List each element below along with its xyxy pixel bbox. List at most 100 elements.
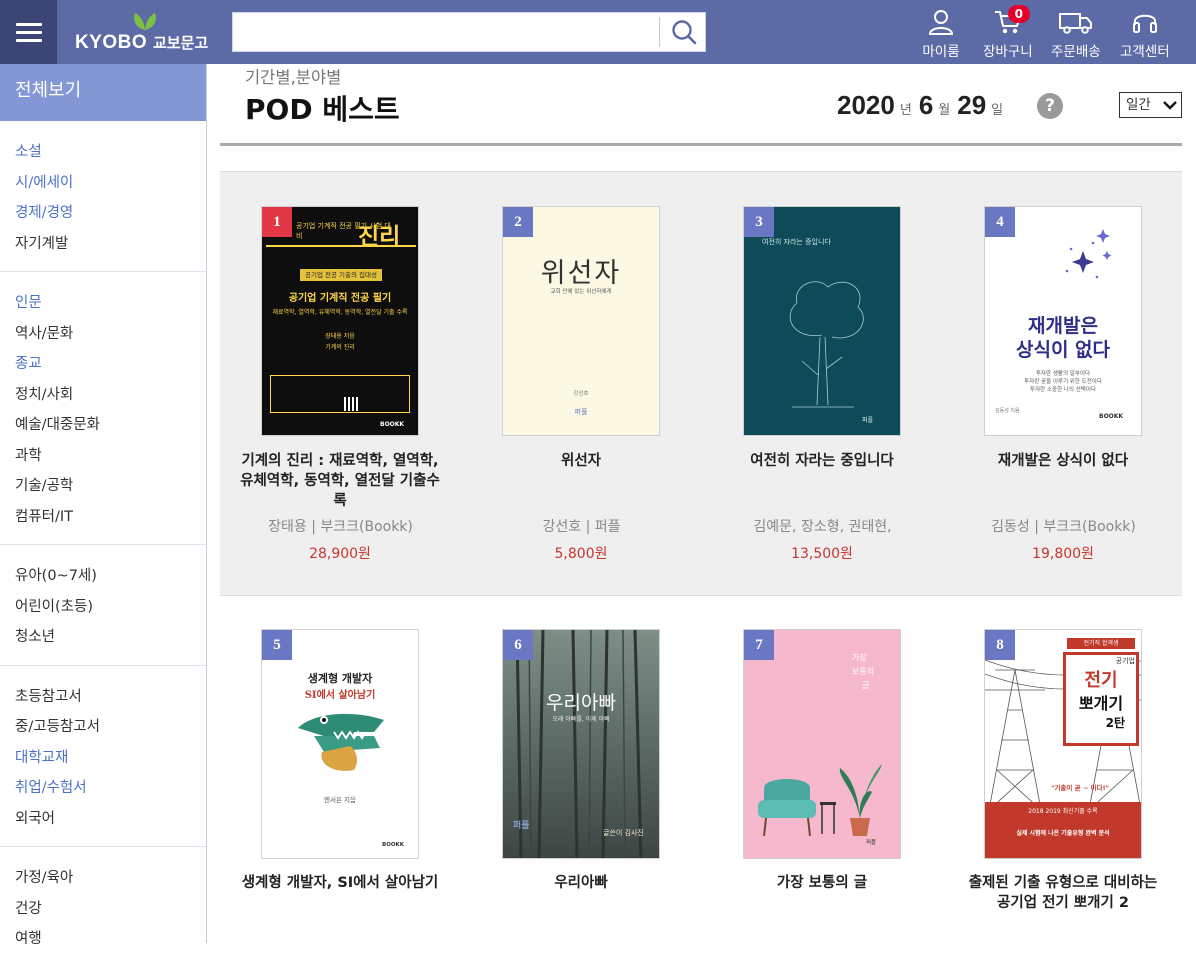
sidebar-category-item[interactable]: 건강 [0, 894, 206, 925]
hamburger-menu-button[interactable] [0, 0, 57, 64]
nav-label: 고객센터 [1120, 44, 1170, 60]
sidebar-category-item[interactable]: 경제/경영 [0, 198, 206, 229]
help-icon[interactable]: ? [1037, 93, 1063, 119]
nav-label: 주문배송 [1051, 44, 1101, 60]
category-group: 초등참고서 중/고등참고서 대학교재 취업/수험서 외국어 [0, 666, 206, 847]
period-selected-value: 일간 [1126, 97, 1151, 113]
sidebar-category-item[interactable]: 초등참고서 [0, 682, 206, 713]
book-cover[interactable]: 2 위선자 교회 안에 있는 위선자에게 강선호 퍼플 [502, 206, 660, 436]
cover-subtitle: 교회 안에 있는 위선자에게 [550, 289, 612, 295]
book-price: 5,800원 [554, 546, 608, 562]
sidebar-category-item[interactable]: 외국어 [0, 804, 206, 835]
sidebar-category-item[interactable]: 여행 [0, 924, 206, 955]
book-author-publisher: 장태용 | 부크크(Bookk) [268, 519, 413, 535]
nav-my-room[interactable]: 마이룸 [921, 8, 961, 60]
sidebar-category-item[interactable]: 소설 [0, 137, 206, 168]
nav-order-delivery[interactable]: 주문배송 [1051, 8, 1101, 60]
cover-publisher: 퍼플 [862, 417, 874, 424]
sidebar-category-item[interactable]: 대학교재 [0, 743, 206, 774]
cover-badge: 공기업 전공 기출의 집대성 [300, 269, 382, 281]
menu-line-icon [15, 30, 42, 34]
cover-author: 장태용 저음 [325, 333, 355, 340]
book-cover[interactable]: 3 여전히 자라는 중입니다 퍼플 [743, 206, 901, 436]
sidebar-category-item[interactable]: 컴퓨터/IT [0, 502, 206, 533]
nav-label: 마이룸 [922, 44, 960, 60]
cover-small-text: 공기업 [1115, 657, 1135, 665]
cover-publisher: 퍼플 [513, 821, 530, 831]
book-cover[interactable]: 7 가장 보통의 글 퍼플 [743, 629, 901, 859]
sidebar-category-item[interactable]: 과학 [0, 441, 206, 472]
armchair-plant-illustration-icon [758, 764, 882, 837]
rank-badge: 3 [744, 207, 774, 237]
sidebar-category-item[interactable]: 시/에세이 [0, 168, 206, 199]
cover-publisher: 퍼플 [574, 408, 588, 416]
sidebar-category-item[interactable]: 취업/수험서 [0, 773, 206, 804]
chevron-down-icon [1163, 101, 1177, 110]
sidebar-category-item[interactable]: 예술/대중문화 [0, 410, 206, 441]
sidebar-category-item[interactable]: 청소년 [0, 622, 206, 653]
book-cover[interactable]: 5 생계형 개발자 SI에서 살아남기 엔서은 지음 BOOKK [261, 629, 419, 859]
sidebar-category-item[interactable]: 유아(0~7세) [0, 561, 206, 592]
book-row-2: 5 생계형 개발자 SI에서 살아남기 엔서은 지음 BOOKK 생계형 개발자… [220, 596, 1182, 943]
category-group: 인문 역사/문화 종교 정치/사회 예술/대중문화 과학 기술/공학 컴퓨터/IT [0, 272, 206, 545]
search-button[interactable] [662, 13, 706, 51]
sidebar-category-item[interactable]: 자기계발 [0, 229, 206, 260]
nav-cart[interactable]: 0 장바구니 [983, 5, 1033, 60]
cover-publisher: BOOKK [380, 421, 405, 428]
cover-sub-2: 투자란 꿈을 이루기 위한 도전이다 [1024, 379, 1102, 385]
date-day-unit: 일 [991, 103, 1004, 118]
qr-code-icon [344, 397, 358, 411]
cover-author-2: 기계의 진리 [325, 344, 355, 351]
book-author-publisher: 김동성 | 부크크(Bookk) [991, 519, 1136, 535]
book-title[interactable]: 생계형 개발자, SI에서 살아남기 [240, 873, 440, 893]
book-title[interactable]: 가장 보통의 글 [722, 873, 922, 893]
rank-badge: 2 [503, 207, 533, 237]
category-sidebar: 전체보기 소설 시/에세이 경제/경영 자기계발인문 역사/문화 종교 정치/사회 예술/대중… [0, 64, 207, 947]
book-title[interactable]: 재개발은 상식이 없다 [963, 451, 1163, 471]
cover-info-box [270, 395, 410, 413]
book-title[interactable]: 출제된 기출 유형으로 대비하는 공기업 전기 뽀개기 2 [963, 873, 1163, 913]
book-cover[interactable]: 1 공기업 기계직 전공 필기 시험 대비 진리 공기업 전공 기출의 집대성 … [261, 206, 419, 436]
category-groups: 소설 시/에세이 경제/경영 자기계발인문 역사/문화 종교 정치/사회 예술/대중문화 과학 기… [0, 121, 206, 967]
cover-band-text: 2018 2019 최신기출 수록 [1028, 808, 1098, 815]
book-title[interactable]: 위선자 [481, 451, 681, 471]
book-title[interactable]: 기계의 진리 : 재료역학, 열역학, 유체역학, 동역학, 열전달 기출수록 [240, 451, 440, 511]
cover-big-text-2: 상식이 없다 [1015, 339, 1110, 361]
book-title[interactable]: 우리아빠 [481, 873, 681, 893]
ranking-date: 2020 년 6 월 29 일 [837, 90, 1010, 121]
sidebar-category-item[interactable]: 기술/공학 [0, 471, 206, 502]
sidebar-category-item[interactable]: 역사/문화 [0, 319, 206, 350]
cover-subtitle: 오래 아빠를, 이제 아빠 [552, 716, 610, 723]
menu-line-icon [15, 38, 42, 42]
search-divider [659, 17, 660, 47]
main-content: 기간별,분야별 POD 베스트 2020 년 6 월 29 일 ? 일간 1 공… [220, 64, 1182, 943]
rank-badge: 6 [503, 630, 533, 660]
book-cover[interactable]: 6 우리아빠 오래 아빠를, 이제 아빠 퍼플 글쓴이 김사진 [502, 629, 660, 859]
nav-customer-center[interactable]: 고객센터 [1120, 8, 1170, 60]
sidebar-category-item[interactable]: 정치/사회 [0, 380, 206, 411]
search-input[interactable] [233, 13, 659, 51]
sparkle-icon [1065, 229, 1112, 279]
cover-sub-3: 투자란 소중한 나의 선택이다 [1030, 387, 1096, 393]
sidebar-category-item[interactable]: 어린이(초등) [0, 592, 206, 623]
cover-sub-1: 투자란 생활의 일부이다 [1035, 371, 1091, 377]
search-icon [672, 20, 697, 45]
sidebar-category-item[interactable]: 인문 [0, 288, 206, 319]
search-box [232, 12, 706, 52]
book-title[interactable]: 여전히 자라는 중입니다 [722, 451, 922, 471]
view-all-header[interactable]: 전체보기 [0, 64, 206, 121]
cover-author: 김동성 지음 [995, 408, 1020, 414]
cover-big-text-2: 보통의 [852, 667, 875, 676]
cover-publisher: 퍼플 [866, 840, 877, 846]
sidebar-category-item[interactable]: 가정/육아 [0, 863, 206, 894]
sidebar-category-item[interactable]: 종교 [0, 349, 206, 380]
kyobo-logo[interactable]: KYOBO 교보문고 [75, 10, 220, 56]
rank-badge: 5 [262, 630, 292, 660]
book-cover[interactable]: 8 전기직 합격생 공기업 전기 뽀개기 2탄 "기출이 곧 ~ 이다!" 20… [984, 629, 1142, 859]
cover-publisher: BOOKK [1099, 413, 1124, 420]
cover-author: 글쓴이 김사진 [603, 829, 644, 837]
cover-tag: 전기직 합격생 [1067, 638, 1135, 649]
book-cover[interactable]: 4 재개발은 상식이 없다 투자란 생활의 일부이다 투자란 꿈을 이루기 위한… [984, 206, 1142, 436]
sidebar-category-item[interactable]: 중/고등참고서 [0, 712, 206, 743]
period-select[interactable]: 일간 [1119, 92, 1182, 118]
